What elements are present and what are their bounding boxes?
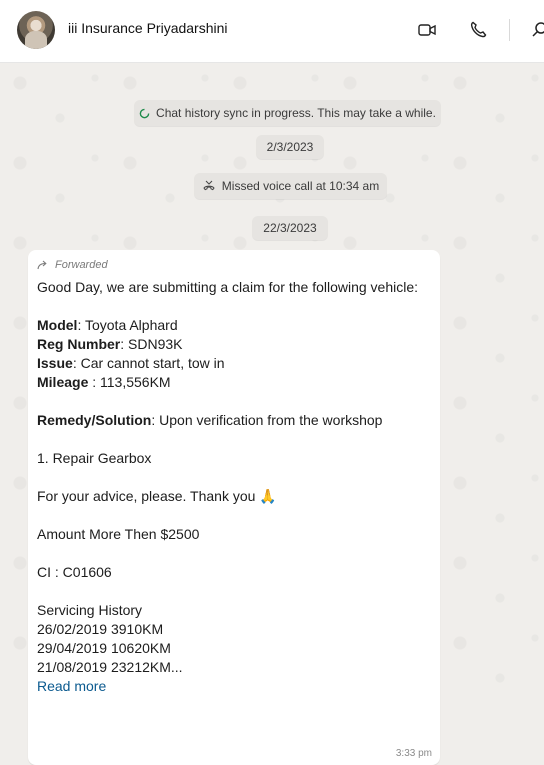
message-timestamp: 3:33 pm: [395, 748, 432, 759]
message-reg-number: Reg Number: SDN93K: [37, 335, 182, 353]
forwarded-label: Forwarded: [55, 259, 108, 271]
forwarded-indicator: Forwarded: [37, 259, 108, 271]
header-divider: [509, 19, 510, 41]
missed-call-icon: [203, 180, 215, 191]
message-advice: For your advice, please. Thank you 🙏: [37, 488, 277, 504]
date-label: 2/3/2023: [266, 140, 314, 154]
message-bubble[interactable]: Forwarded Good Day, we are submitting a …: [28, 250, 440, 765]
sync-spinner-icon: [139, 108, 150, 118]
chat-header: iii Insurance Priyadarshini: [0, 0, 544, 63]
message-amount: Amount More Then $2500: [37, 526, 200, 542]
issue-label: Issue: [37, 355, 73, 371]
service-record: 29/04/2019 10620KM: [37, 640, 171, 656]
reg-label: Reg Number: [37, 336, 121, 352]
service-record: 21/08/2019 23212KM...: [37, 659, 183, 675]
search-icon[interactable]: [528, 19, 544, 41]
message-issue: Issue: Car cannot start, tow in: [37, 354, 225, 372]
sync-notice: Chat history sync in progress. This may …: [134, 100, 441, 126]
read-more-link[interactable]: Read more: [37, 677, 106, 695]
remedy-value: : Upon verification from the workshop: [151, 412, 383, 428]
model-value: : Toyota Alphard: [77, 317, 178, 333]
message-repair: 1. Repair Gearbox: [37, 450, 152, 466]
video-call-icon[interactable]: [416, 19, 438, 41]
service-record: 26/02/2019 3910KM: [37, 621, 164, 637]
message-model: Model: Toyota Alphard: [37, 316, 178, 334]
message-ci: CI : C01606: [37, 564, 112, 580]
model-label: Model: [37, 317, 78, 333]
issue-value: : Car cannot start, tow in: [72, 355, 225, 371]
message-remedy: Remedy/Solution: Upon verification from …: [37, 411, 382, 429]
message-mileage: Mileage : 113,556KM: [37, 373, 171, 391]
date-separator: 2/3/2023: [256, 135, 324, 159]
voice-call-icon[interactable]: [467, 19, 489, 41]
remedy-label: Remedy/Solution: [37, 412, 152, 428]
mileage-value: : 113,556KM: [88, 374, 171, 390]
chat-area[interactable]: Chat history sync in progress. This may …: [0, 63, 544, 765]
message-greeting: Good Day, we are submitting a claim for …: [37, 279, 419, 295]
sync-notice-text: Chat history sync in progress. This may …: [156, 106, 436, 120]
date-label: 22/3/2023: [263, 221, 317, 235]
missed-call-notice[interactable]: Missed voice call at 10:34 am: [194, 173, 387, 199]
mileage-label: Mileage: [37, 374, 89, 390]
contact-name[interactable]: iii Insurance Priyadarshini: [68, 20, 228, 36]
missed-call-text: Missed voice call at 10:34 am: [221, 179, 380, 193]
date-separator: 22/3/2023: [252, 216, 328, 240]
avatar[interactable]: [17, 11, 55, 49]
servicing-history-title: Servicing History: [37, 602, 143, 618]
reg-value: : SDN93K: [120, 336, 183, 352]
forward-arrow-icon: [37, 260, 47, 270]
